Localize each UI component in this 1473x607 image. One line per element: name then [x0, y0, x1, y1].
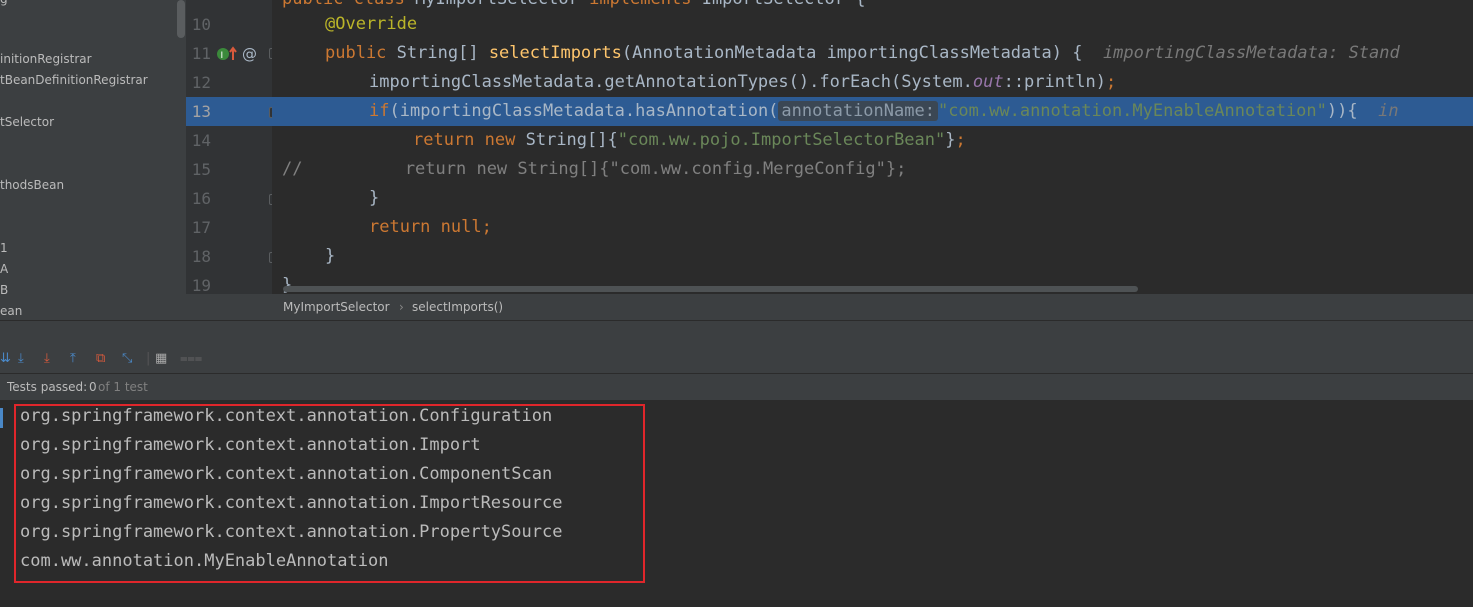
scrollbar-thumb[interactable] [177, 0, 185, 38]
tree-item[interactable]: thodsBean [0, 178, 64, 192]
tree-item[interactable]: B [0, 283, 8, 297]
code-token: (importingClassMetadata.hasAnnotation( [389, 101, 779, 121]
code-token: "com.ww.annotation.MyEnableAnnotation" [937, 101, 1327, 121]
line-number: 12 [191, 73, 211, 92]
table-icon[interactable]: ▦ [155, 351, 167, 367]
code-editor[interactable]: public class MyImportSelector implements… [272, 0, 1473, 294]
code-token: } [325, 246, 336, 266]
line-number: 18 [191, 247, 211, 266]
editor-gutter: 10 11 I @ 12 13 14 15 16 17 18 19 [186, 0, 280, 295]
code-line: @Override [272, 10, 1473, 39]
code-token: public class [282, 0, 405, 9]
breadcrumb-method[interactable]: selectImports() [412, 294, 503, 320]
collapse-icon[interactable]: ⤡ [122, 351, 132, 367]
code-token: public [325, 43, 387, 63]
code-token: @Override [325, 14, 418, 34]
code-token: if [369, 101, 390, 121]
line-number: 17 [191, 218, 211, 237]
trailing-hint: in [1378, 101, 1399, 121]
code-token: return new [413, 130, 516, 150]
console-marker [0, 408, 3, 428]
svg-text:@: @ [242, 45, 257, 63]
code-token: )){ [1326, 101, 1358, 121]
code-token: MyImportSelector [415, 0, 579, 9]
history-icon[interactable]: ⧉ [96, 351, 105, 367]
code-token: ; [955, 130, 966, 150]
tree-item[interactable]: ean [0, 304, 22, 318]
code-token: String[]{ [525, 130, 618, 150]
code-token: } [945, 130, 956, 150]
code-token: return null; [369, 217, 492, 237]
code-line: return new String[]{"com.ww.pojo.ImportS… [272, 126, 1473, 155]
tree-item[interactable]: g [0, 0, 8, 6]
code-token: ; [1105, 72, 1117, 92]
override-gutter-icon[interactable]: I @ [216, 45, 260, 63]
code-token: // return new String[]{"com.ww.config.Me… [282, 159, 907, 179]
export-down-icon[interactable]: ⤓ [44, 351, 50, 367]
chevron-right-icon: › [399, 300, 404, 314]
code-line: } [272, 184, 1473, 213]
code-token: ImportSelector { [702, 0, 866, 9]
breadcrumb: MyImportSelector › selectImports() [186, 294, 1473, 320]
code-token: implements [589, 0, 691, 9]
run-toolbar: ⇊ ⤓ ⤓ ⤒ ⧉ ⤡ | ▦ ⩶ [0, 345, 1473, 373]
line-number: 16 [191, 189, 211, 208]
line-number: 14 [191, 131, 211, 150]
svg-text:I: I [221, 51, 224, 61]
editor-horizontal-scrollbar[interactable] [283, 286, 1138, 292]
code-token: "com.ww.pojo.ImportSelectorBean" [617, 130, 946, 150]
status-passed-count: 0 [89, 380, 97, 394]
test-status: Tests passed: 0 of 1 test [0, 374, 1473, 400]
code-token: String[] [396, 43, 479, 63]
code-line-selected: if(importingClassMetadata.hasAnnotation(… [272, 97, 1473, 126]
tree-item[interactable]: tSelector [0, 115, 54, 129]
run-panel-header [0, 320, 1473, 345]
status-prefix: Tests passed: [7, 380, 88, 394]
tree-scrollbar[interactable] [176, 0, 186, 320]
line-number: 15 [191, 160, 211, 179]
project-tree: g initionRegistrar tBeanDefinitionRegist… [0, 0, 176, 320]
sort-icon[interactable]: ⇊ [0, 351, 11, 367]
line-number: 10 [191, 15, 211, 34]
code-token: ::println) [1003, 72, 1106, 92]
parameter-hint: importingClassMetadata: Stand [1102, 43, 1400, 63]
code-token: importingClassMetadata.getAnnotationType… [369, 72, 973, 92]
code-line: // return new String[]{"com.ww.config.Me… [272, 155, 1473, 184]
compare-icon[interactable]: ⩶ [180, 351, 202, 367]
highlight-box [14, 404, 645, 583]
code-token: selectImports [488, 43, 622, 63]
code-line: importingClassMetadata.getAnnotationType… [272, 68, 1473, 97]
tree-item[interactable]: A [0, 262, 8, 276]
line-number-current: 13 [191, 102, 211, 121]
toolbar-separator: | [146, 351, 151, 366]
breadcrumb-class[interactable]: MyImportSelector [283, 294, 390, 320]
code-token: out [972, 72, 1004, 92]
tree-item[interactable]: tBeanDefinitionRegistrar [0, 73, 148, 87]
export-up-icon[interactable]: ⤒ [70, 351, 76, 367]
code-token: (AnnotationMetadata importingClassMetada… [621, 43, 1083, 63]
code-line: } [272, 242, 1473, 271]
code-line: return null; [272, 213, 1473, 242]
tree-item[interactable]: initionRegistrar [0, 52, 92, 66]
code-line: public String[] selectImports(Annotation… [272, 39, 1473, 68]
code-token: } [369, 188, 380, 208]
import-tests-icon[interactable]: ⤓ [18, 351, 24, 367]
status-suffix: of 1 test [98, 380, 148, 394]
tree-item[interactable]: 1 [0, 241, 8, 255]
inline-parameter-hint: annotationName: [778, 101, 938, 121]
line-number: 11 [191, 44, 211, 63]
